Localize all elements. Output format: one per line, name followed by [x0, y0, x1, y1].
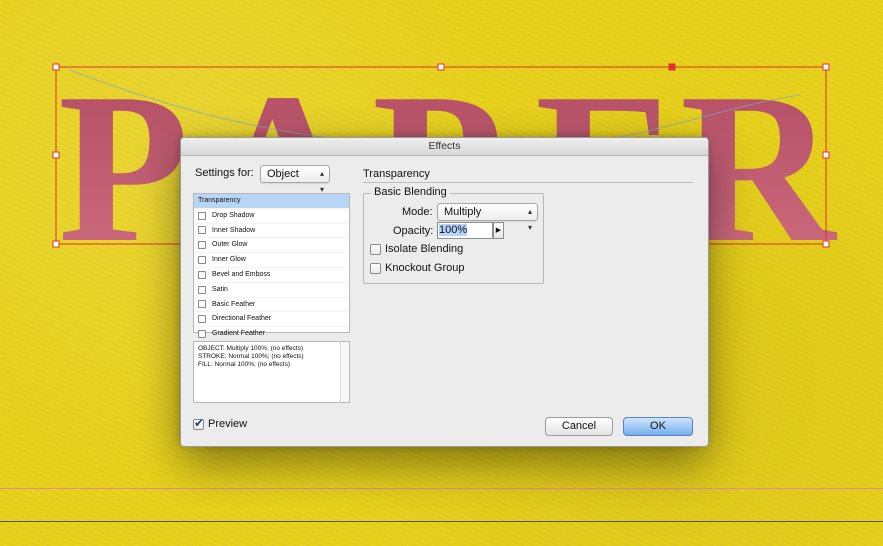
- effect-checkbox[interactable]: [198, 285, 206, 294]
- knockout-group-checkbox[interactable]: [370, 262, 381, 274]
- basic-blending-title: Basic Blending: [371, 186, 450, 198]
- effect-checkbox[interactable]: [198, 241, 206, 250]
- ok-button[interactable]: OK: [623, 417, 693, 436]
- effects-summary: OBJECT: Multiply 100%; (no effects) STRO…: [193, 341, 350, 403]
- effect-item-label: Directional Feather: [212, 315, 272, 323]
- mode-label: Mode:: [402, 206, 433, 218]
- cancel-button[interactable]: Cancel: [545, 417, 613, 436]
- page-edge-line: [0, 521, 883, 522]
- effect-item-inner-glow[interactable]: Inner Glow: [194, 253, 349, 268]
- preview-row[interactable]: Preview: [193, 416, 248, 430]
- paper-letter-1: P: [58, 48, 189, 287]
- effect-item-label: Transparency: [198, 197, 241, 204]
- effect-item-inner-shadow[interactable]: Inner Shadow: [194, 224, 349, 239]
- selection-handle[interactable]: [52, 151, 60, 159]
- preview-label: Preview: [208, 418, 248, 430]
- settings-for-select[interactable]: Object ▴ ▾: [260, 165, 330, 194]
- selection-handle[interactable]: [668, 63, 676, 71]
- effect-item-gradient-feather[interactable]: Gradient Feather: [194, 327, 349, 342]
- effect-item-outer-glow[interactable]: Outer Glow: [194, 238, 349, 254]
- effect-item-label: Gradient Feather: [212, 330, 265, 338]
- blend-mode-select[interactable]: Multiply ▴ ▾: [437, 203, 538, 232]
- settings-for-value: Object: [267, 168, 299, 180]
- effect-item-basic-feather[interactable]: Basic Feather: [194, 298, 349, 313]
- effect-item-label: Inner Glow: [212, 256, 246, 264]
- summary-line: STROKE: Normal 100%; (no effects): [198, 353, 304, 360]
- effect-item-label: Bevel and Emboss: [212, 270, 271, 278]
- opacity-label: Opacity:: [393, 225, 434, 237]
- effect-checkbox[interactable]: [198, 270, 206, 279]
- isolate-blending-checkbox[interactable]: [370, 243, 381, 255]
- dialog-title: Effects: [181, 138, 708, 156]
- updown-arrows-icon: ▴ ▾: [527, 207, 532, 232]
- summary-line: OBJECT: Multiply 100%; (no effects): [198, 345, 304, 352]
- effect-item-directional-feather[interactable]: Directional Feather: [194, 312, 349, 328]
- effect-item-label: Drop Shadow: [212, 211, 255, 219]
- section-title: Transparency: [363, 168, 430, 180]
- selection-handle[interactable]: [822, 63, 830, 71]
- selection-handle[interactable]: [822, 240, 830, 248]
- effects-list[interactable]: Transparency Drop Shadow Inner Shadow Ou…: [193, 193, 350, 342]
- effect-checkbox[interactable]: [198, 330, 206, 339]
- selection-handle[interactable]: [822, 151, 830, 159]
- preview-checkbox[interactable]: [193, 416, 204, 430]
- opacity-slider-arrow-icon[interactable]: ▶: [493, 222, 504, 239]
- effect-item-label: Outer Glow: [212, 241, 248, 249]
- summary-scrollbar[interactable]: [340, 342, 349, 402]
- effect-checkbox[interactable]: [198, 315, 206, 324]
- selection-handle[interactable]: [52, 240, 60, 248]
- effects-dialog: Effects Settings for: Object ▴ ▾ Transpar…: [180, 137, 709, 447]
- summary-line: FILL: Normal 100%; (no effects): [198, 361, 291, 368]
- effect-item-bevel-and-emboss[interactable]: Bevel and Emboss: [194, 268, 349, 283]
- isolate-blending-label: Isolate Blending: [385, 243, 464, 255]
- guide-line: [0, 488, 883, 489]
- effect-item-label: Satin: [212, 285, 228, 293]
- effect-item-drop-shadow[interactable]: Drop Shadow: [194, 209, 349, 224]
- selection-handle[interactable]: [437, 63, 445, 71]
- settings-for-label: Settings for:: [195, 167, 254, 179]
- knockout-group-label: Knockout Group: [385, 262, 465, 274]
- section-divider: [363, 182, 693, 183]
- effect-checkbox[interactable]: [198, 211, 206, 220]
- effect-checkbox[interactable]: [198, 226, 206, 235]
- effect-item-satin[interactable]: Satin: [194, 283, 349, 298]
- effect-checkbox[interactable]: [198, 300, 206, 309]
- isolate-blending-row[interactable]: Isolate Blending: [370, 243, 463, 255]
- opacity-input[interactable]: 100%: [437, 222, 493, 239]
- effect-item-label: Inner Shadow: [212, 226, 256, 234]
- selection-handle[interactable]: [52, 63, 60, 71]
- effect-item-transparency[interactable]: Transparency: [194, 194, 349, 209]
- effect-checkbox[interactable]: [198, 256, 206, 265]
- knockout-group-row[interactable]: Knockout Group: [370, 262, 465, 274]
- blend-mode-value: Multiply: [444, 206, 482, 218]
- effect-item-label: Basic Feather: [212, 300, 256, 308]
- opacity-value: 100%: [439, 224, 468, 236]
